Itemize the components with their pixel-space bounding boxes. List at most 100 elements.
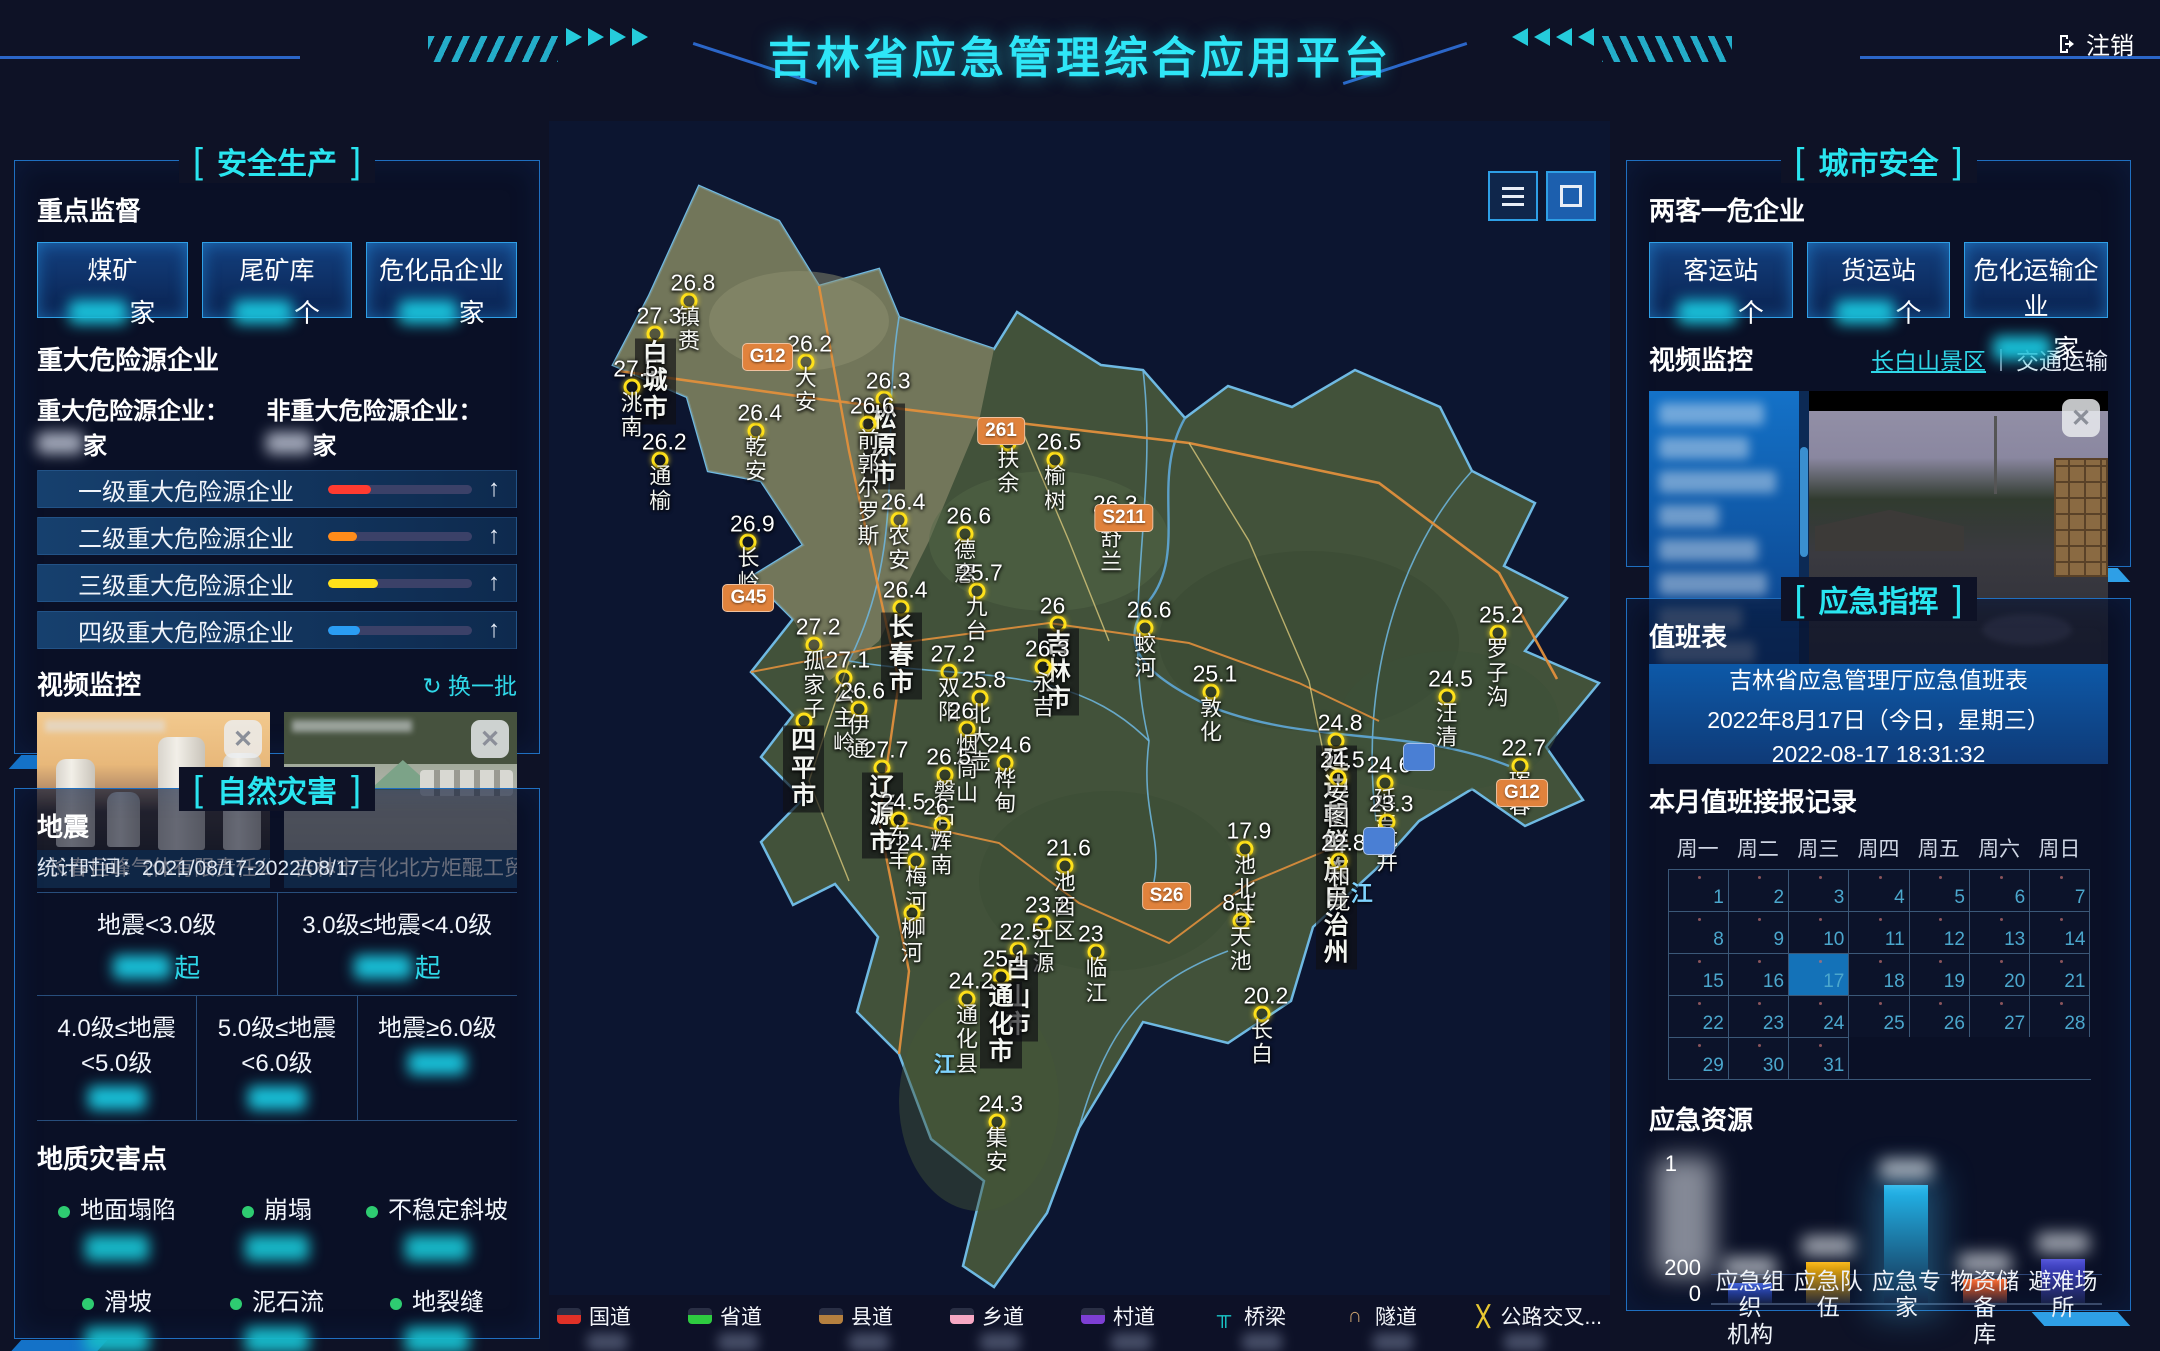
calendar-day-number: 18 [1884, 971, 1905, 993]
calendar-day-cell[interactable]: 13 [1970, 911, 2030, 953]
legend-item: ∩隧道 [1343, 1301, 1470, 1351]
calendar-day-cell[interactable]: 21 [2030, 953, 2090, 995]
hidden-value [587, 1333, 627, 1351]
map-fullscreen-button[interactable] [1546, 171, 1596, 221]
province-map[interactable]: 26.8镇赉27.3白城市27.5洮南26.2大安26.2通榆26.4乾安26.… [549, 121, 1610, 1351]
calendar-day-cell[interactable]: 11 [1849, 911, 1909, 953]
calendar-day-cell[interactable]: 14 [2030, 911, 2090, 953]
close-icon[interactable]: ✕ [471, 720, 509, 758]
station-temperature: 26.8 [671, 269, 716, 296]
earthquake-cell-label: 4.0级≤地震<5.0级 [37, 1008, 196, 1078]
calendar-day-cell[interactable]: 19 [1910, 953, 1970, 995]
calendar-day-cell[interactable]: 9 [1729, 911, 1789, 953]
trend-up-icon: ↑ [488, 522, 500, 550]
station-name: 天池 [1230, 925, 1252, 973]
station-temperature: 23.2 [1025, 891, 1070, 918]
hidden-value [245, 1235, 309, 1261]
earthquake-cell: 地震<3.0级起 [37, 893, 277, 995]
station-name: 敦化 [1200, 696, 1222, 744]
weather-station: 26.3永吉 [1035, 659, 1052, 676]
weather-station: 21.6池西区 [1056, 858, 1073, 875]
earthquake-cell: 4.0级≤地震<5.0级 [37, 996, 196, 1120]
stat-suffix: 家 [129, 293, 155, 330]
calendar-day-number: 7 [2075, 887, 2086, 909]
calendar-dot-icon [1819, 1044, 1822, 1047]
calendar-day-cell[interactable]: 29 [1669, 1037, 1729, 1079]
stat-button[interactable]: 尾矿库个 [202, 242, 353, 318]
provincial-road-badge [1363, 827, 1395, 855]
calendar-day-cell[interactable]: 20 [1970, 953, 2030, 995]
hidden-value [980, 1333, 1020, 1351]
station-name: 九台 [966, 595, 988, 643]
weather-station: 24.7梅河口 [908, 853, 925, 870]
stat-button[interactable]: 危化品企业家 [366, 242, 517, 318]
station-temperature: 26.5 [926, 744, 971, 771]
calendar-day-cell[interactable]: 3 [1789, 869, 1849, 911]
geo-hazard-item: 滑坡 [37, 1282, 197, 1351]
earthquake-suffix: 起 [415, 948, 441, 985]
calendar-day-cell[interactable]: 5 [1910, 869, 1970, 911]
close-icon[interactable]: ✕ [2062, 399, 2100, 437]
calendar-day-cell[interactable]: 15 [1669, 953, 1729, 995]
calendar-day-cell[interactable]: 12 [1910, 911, 1970, 953]
calendar-day-cell[interactable]: 6 [1970, 869, 2030, 911]
station-name: 长白 [1251, 1018, 1273, 1066]
calendar-day-cell[interactable]: 17 [1789, 953, 1849, 995]
calendar-day-cell[interactable]: 24 [1789, 995, 1849, 1037]
station-name: 大安 [795, 367, 817, 415]
blurred-bar-value [2037, 1233, 2089, 1253]
calendar-day-cell[interactable]: 26 [1910, 995, 1970, 1037]
calendar-day-cell[interactable]: 4 [1849, 869, 1909, 911]
bar-category-label: 应急队伍 [1789, 1268, 1867, 1347]
earthquake-cell-label: 地震<3.0级 [37, 905, 277, 940]
calendar-day-cell[interactable]: 2 [1729, 869, 1789, 911]
stat-button-value: 家 [367, 293, 516, 330]
weather-station: 26.8镇赉 [681, 292, 698, 309]
hazard-level-track [328, 626, 472, 635]
calendar-day-cell[interactable]: 23 [1729, 995, 1789, 1037]
y-tick-0: 0 [1689, 1281, 1701, 1307]
refresh-batch-link[interactable]: ↻ 换一批 [422, 667, 517, 701]
stat-button-label: 危化品企业 [367, 251, 516, 287]
stat-button[interactable]: 煤矿家 [37, 242, 188, 318]
calendar-day-number: 27 [2004, 1013, 2025, 1035]
calendar-day-cell[interactable]: 7 [2030, 869, 2090, 911]
calendar-day-cell[interactable]: 16 [1729, 953, 1789, 995]
chart-x-labels: 应急组织 机构应急队伍应急专家物资储备 库避难场所 [1711, 1268, 2102, 1347]
earthquake-cell-value [358, 1051, 517, 1075]
green-dot-icon [242, 1206, 254, 1218]
close-icon[interactable]: ✕ [224, 720, 262, 758]
calendar-dot-icon [1758, 1002, 1761, 1005]
station-temperature: 26.6 [1127, 596, 1172, 623]
station-name: 蛟河 [1134, 632, 1156, 680]
stat-button[interactable]: 危化运输企业家 [1964, 242, 2108, 318]
hidden-value [1373, 1333, 1413, 1351]
calendar-day-number: 13 [2004, 929, 2025, 951]
hazard-level-row: 三级重大危险源企业↑ [37, 564, 517, 602]
map-layers-button[interactable] [1488, 171, 1538, 221]
calendar-day-cell[interactable]: 8 [1669, 911, 1729, 953]
stat-button[interactable]: 货运站个 [1807, 242, 1951, 318]
calendar-day-number: 14 [2064, 929, 2085, 951]
calendar-day-cell[interactable]: 30 [1729, 1037, 1789, 1079]
duty-table-card[interactable]: 吉林省应急管理厅应急值班表 2022年8月17日（今日，星期三） 2022-08… [1649, 664, 2108, 764]
calendar-day-cell[interactable]: 22 [1669, 995, 1729, 1037]
geo-hazard-value [197, 1327, 357, 1351]
calendar-day-cell[interactable]: 18 [1849, 953, 1909, 995]
calendar-day-cell[interactable]: 31 [1789, 1037, 1849, 1079]
hidden-value [234, 300, 292, 324]
video-monitor-heading: 视频监控 [37, 665, 141, 702]
calendar-day-cell[interactable]: 27 [1970, 995, 2030, 1037]
calendar-day-cell[interactable]: 25 [1849, 995, 1909, 1037]
weekday-label: 周三 [1788, 833, 1848, 863]
calendar-day-cell[interactable]: 28 [2030, 995, 2090, 1037]
station-name: 和龙 [1328, 866, 1350, 914]
calendar-day-cell[interactable]: 10 [1789, 911, 1849, 953]
legend-glyph-icon: ╥ [1212, 1305, 1236, 1328]
logout-button[interactable]: 注销 [2056, 26, 2134, 61]
stat-button[interactable]: 客运站个 [1649, 242, 1793, 318]
hazard-level-row: 二级重大危险源企业↑ [37, 517, 517, 555]
hidden-value [37, 432, 83, 454]
fullscreen-icon [1560, 185, 1582, 207]
calendar-day-cell[interactable]: 1 [1669, 869, 1729, 911]
